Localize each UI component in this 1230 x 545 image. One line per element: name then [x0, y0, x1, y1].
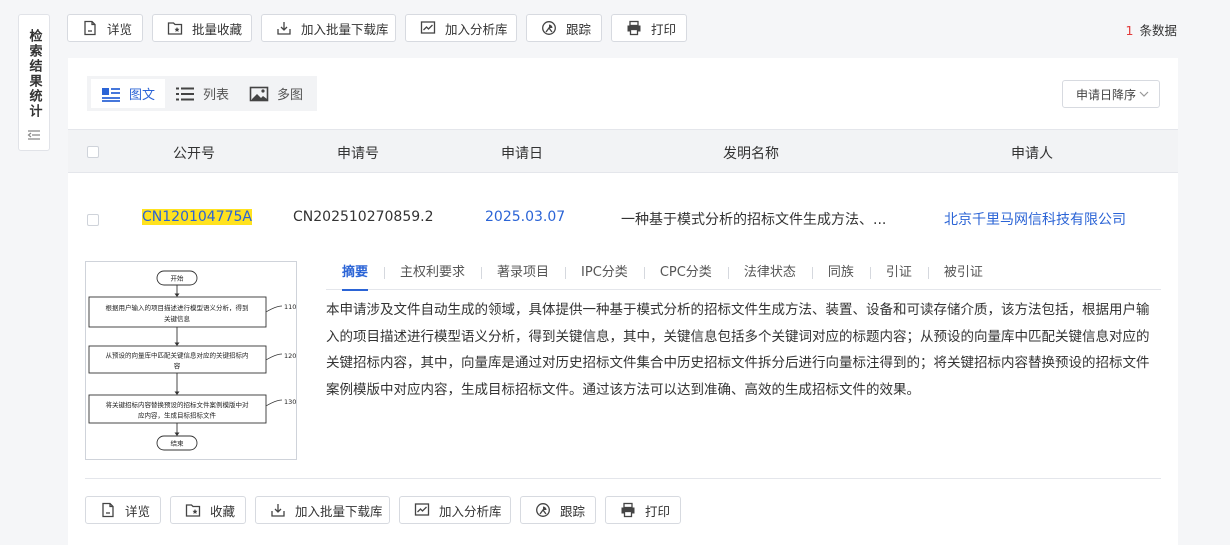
table-header: 公开号 申请号 申请日 发明名称 申请人: [68, 129, 1178, 173]
star-folder-icon: [185, 504, 201, 517]
select-all-checkbox[interactable]: [87, 146, 99, 158]
flowchart-drawing: 开始 根据用户输入的项目描述进行模型语义分析，得到 关键信息 110 从预设的向…: [88, 270, 296, 451]
results-panel: 图文 列表 多图 申请日降序 公开号 申请号 申请日 发明名称 申请人 CN12…: [68, 58, 1178, 545]
download-icon: [277, 22, 291, 35]
flow-step-1-line2: 关键信息: [164, 314, 191, 323]
search-statistics-panel[interactable]: 检索结果统计: [18, 14, 50, 151]
row-detail-view-button[interactable]: 详览: [85, 496, 161, 524]
list-icon: [176, 87, 195, 100]
result-count: 1 条数据: [1126, 20, 1177, 39]
print-button[interactable]: 打印: [611, 14, 687, 42]
chevron-down-icon: [1139, 91, 1149, 97]
flow-step-1-line1: 根据用户输入的项目描述进行模型语义分析，得到: [106, 303, 249, 312]
flow-step-2-num: 120: [284, 352, 296, 360]
detail-view-button[interactable]: 详览: [67, 14, 143, 42]
divider: [85, 478, 1161, 479]
flow-step-3-line2: 应内容，生成目标招标文件: [138, 411, 217, 420]
tab-ipc[interactable]: IPC分类: [565, 264, 644, 290]
top-toolbar: 详览 批量收藏 加入批量下载库 加入分析库 跟踪 打印: [67, 14, 687, 42]
row-track-button[interactable]: 跟踪: [520, 496, 596, 524]
add-batch-download-button[interactable]: 加入批量下载库: [261, 14, 396, 42]
printer-icon: [621, 502, 635, 518]
track-button[interactable]: 跟踪: [526, 14, 602, 42]
applicant-link[interactable]: 北京千里马网信科技有限公司: [944, 209, 1126, 229]
document-icon: [84, 20, 96, 36]
header-pub-no: 公开号: [173, 146, 215, 162]
header-applicant: 申请人: [1011, 146, 1053, 162]
app-date: 2025.03.07: [485, 209, 566, 225]
tab-picture-text[interactable]: 图文: [91, 79, 166, 108]
tab-bibliographic[interactable]: 著录项目: [481, 264, 565, 290]
row-checkbox[interactable]: [87, 214, 99, 226]
download-icon: [271, 504, 285, 517]
row-add-analysis-button[interactable]: 加入分析库: [399, 496, 511, 524]
picture-text-icon: [102, 87, 120, 102]
sort-dropdown[interactable]: 申请日降序: [1062, 80, 1160, 108]
tab-cited-by[interactable]: 被引证: [927, 264, 999, 290]
flow-step-3-line1: 将关键招标内容替换预设的招标文件案例模版中对: [106, 400, 250, 409]
app-no: CN202510270859.2: [293, 209, 434, 225]
row-favorite-button[interactable]: 收藏: [170, 496, 246, 524]
header-app-date: 申请日: [501, 146, 543, 162]
flow-step-3-num: 130: [284, 398, 296, 406]
patent-info-tabs: 摘要 主权利要求 著录项目 IPC分类 CPC分类 法律状态 同族 引证 被引证: [326, 264, 1161, 291]
flow-end: 结束: [171, 439, 185, 448]
tab-list[interactable]: 列表: [165, 79, 239, 108]
add-analysis-button[interactable]: 加入分析库: [405, 14, 517, 42]
document-icon: [102, 502, 114, 518]
track-icon: [542, 21, 556, 35]
image-icon: [249, 86, 269, 101]
collapse-icon[interactable]: [27, 129, 41, 141]
table-row: CN120104775A CN202510270859.2 2025.03.07…: [68, 173, 1178, 263]
header-app-no: 申请号: [337, 146, 379, 162]
sort-label: 申请日降序: [1076, 87, 1137, 102]
flow-step-1-num: 110: [284, 303, 296, 311]
tab-legal-status[interactable]: 法律状态: [727, 264, 812, 290]
tab-family[interactable]: 同族: [811, 264, 870, 290]
result-count-suffix: 条数据: [1139, 23, 1177, 38]
chart-icon: [414, 503, 430, 516]
result-count-number: 1: [1125, 23, 1134, 38]
abstract-text: 本申请涉及文件自动生成的领域，具体提供一种基于模式分析的招标文件生成方法、装置、…: [326, 302, 1150, 398]
star-folder-icon: [167, 22, 183, 35]
track-icon: [536, 503, 550, 517]
chart-icon: [420, 21, 436, 34]
tab-main-claim[interactable]: 主权利要求: [384, 264, 481, 290]
title-link[interactable]: 一种基于模式分析的招标文件生成方法、...: [621, 209, 886, 229]
row-print-button[interactable]: 打印: [605, 496, 681, 524]
tab-cpc[interactable]: CPC分类: [643, 264, 728, 290]
patent-drawing-thumbnail[interactable]: 开始 根据用户输入的项目描述进行模型语义分析，得到 关键信息 110 从预设的向…: [85, 261, 297, 460]
view-mode-tabs: 图文 列表 多图: [87, 76, 318, 111]
statistics-label: 检索结果统计: [26, 29, 42, 119]
pub-no-link[interactable]: CN120104775A: [142, 209, 252, 225]
row-toolbar: 详览 收藏 加入批量下载库 加入分析库 跟踪 打印: [85, 496, 681, 524]
header-title: 发明名称: [723, 146, 779, 162]
tab-abstract[interactable]: 摘要: [326, 264, 384, 291]
row-add-batch-download-button[interactable]: 加入批量下载库: [255, 496, 390, 524]
tab-multi-image[interactable]: 多图: [239, 79, 313, 108]
tab-citations[interactable]: 引证: [869, 264, 928, 290]
printer-icon: [627, 20, 641, 36]
batch-favorite-button[interactable]: 批量收藏: [152, 14, 252, 42]
flow-step-2-line1: 从预设的向量库中匹配关键信息对应的关键招标内: [106, 351, 249, 360]
flow-start: 开始: [171, 274, 185, 283]
flow-step-2-line2: 容: [174, 361, 181, 370]
